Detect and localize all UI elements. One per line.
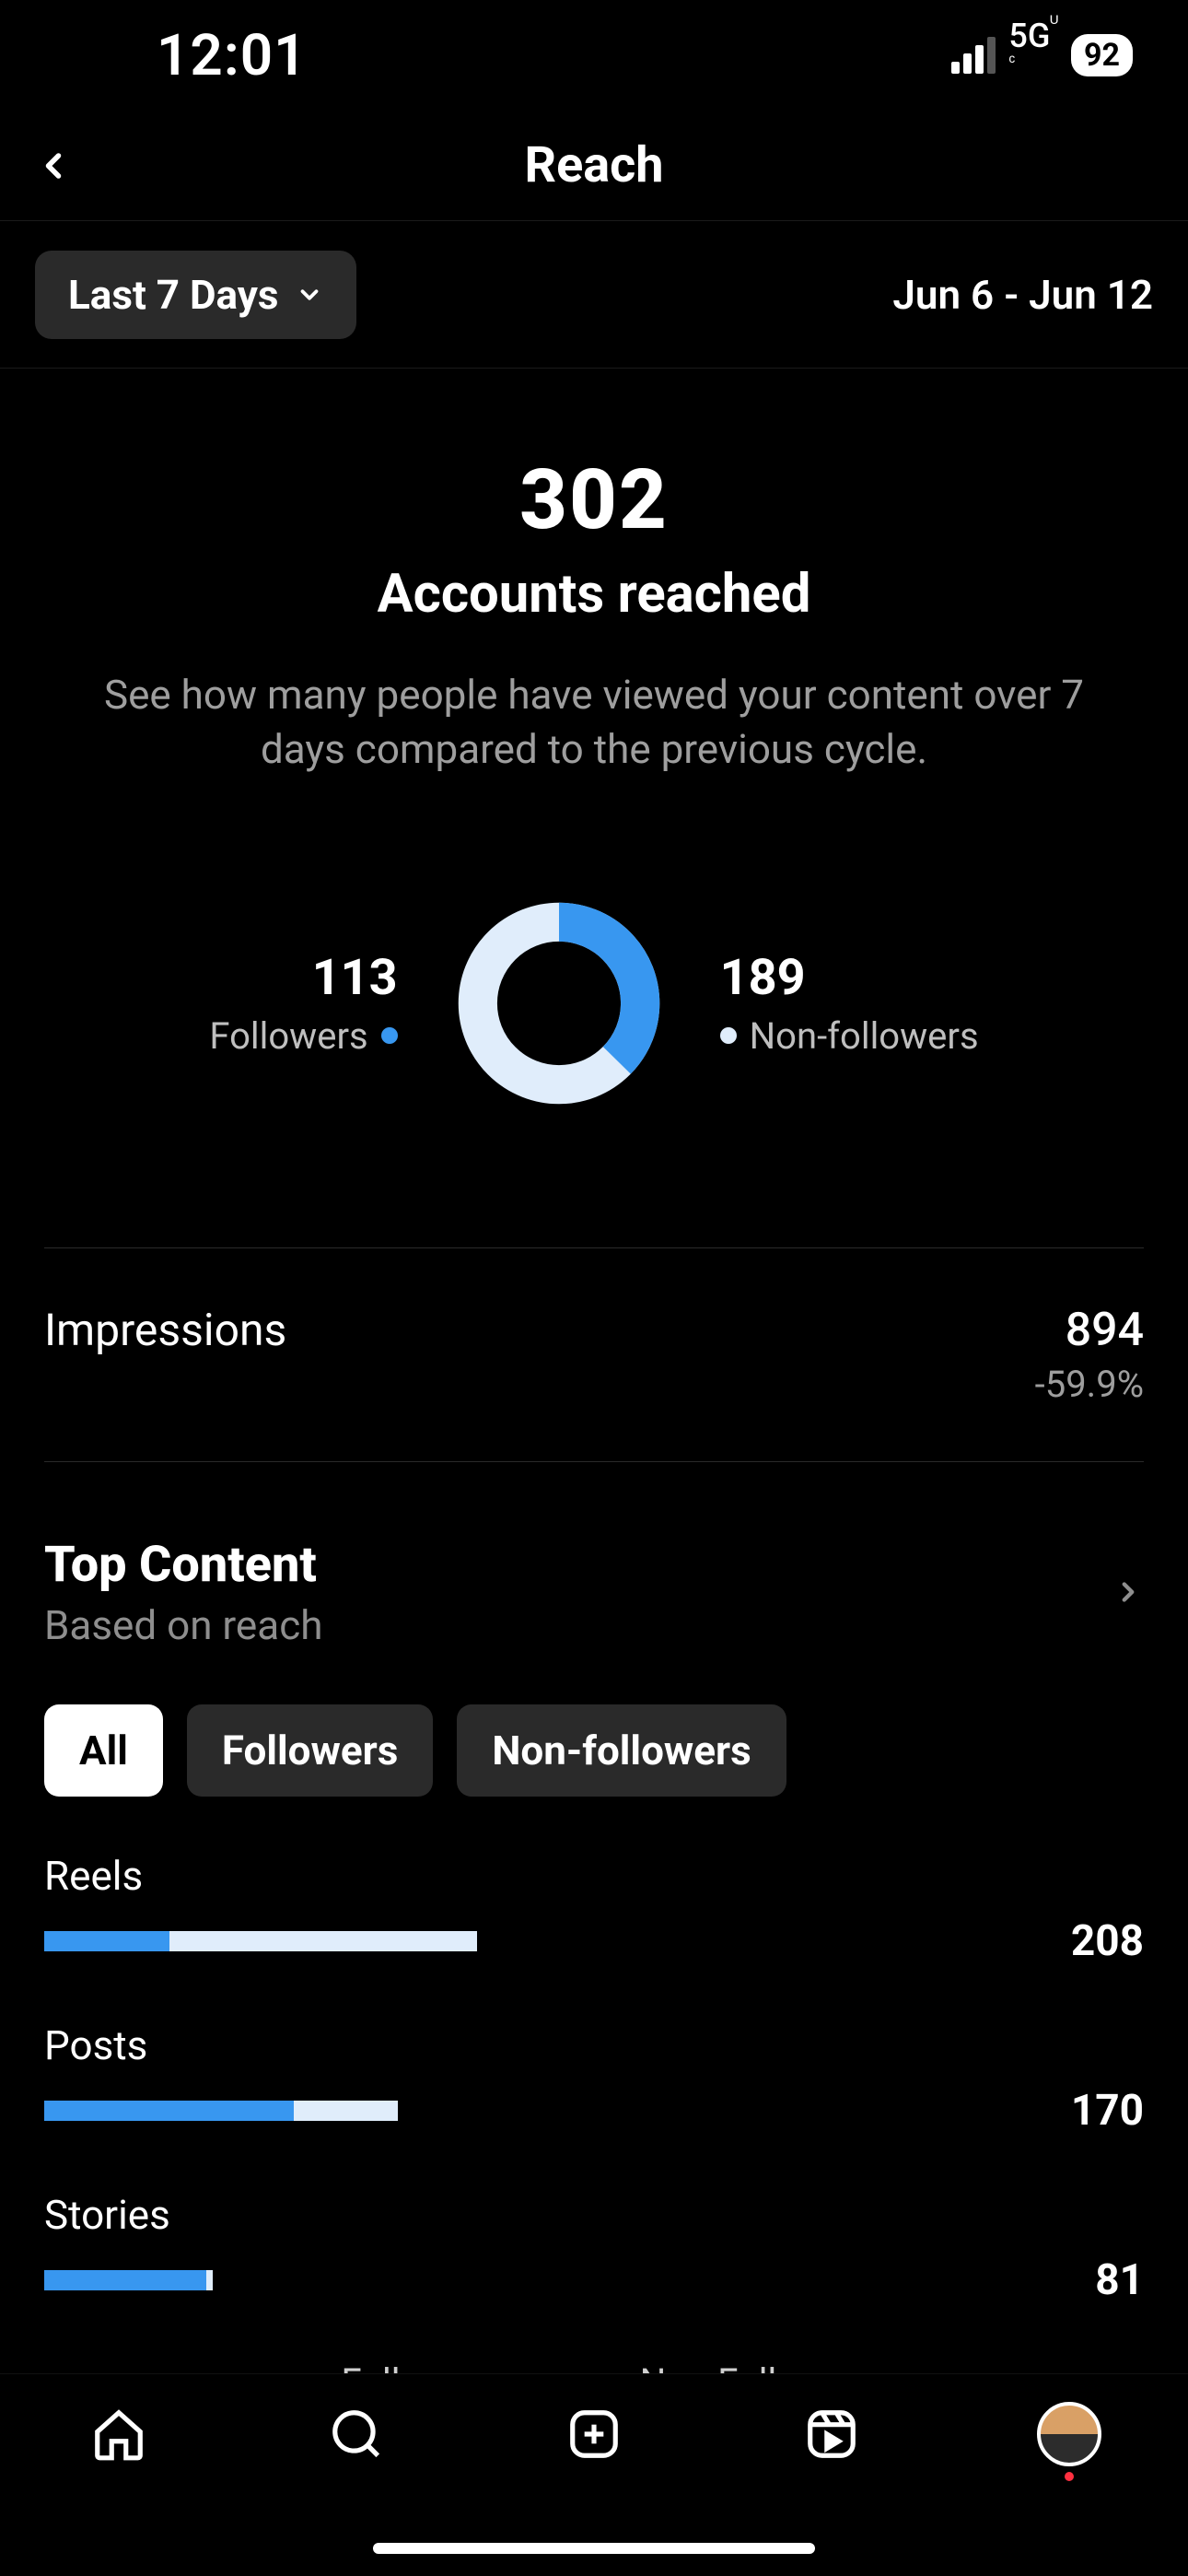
top-content-list: Reels 208 Posts 170 Stories 81 xyxy=(44,1852,1144,2305)
content-bar xyxy=(44,1931,477,1951)
bar-followers xyxy=(44,2270,206,2290)
chevron-right-icon xyxy=(1112,1576,1144,1608)
non-followers-label: Non-followers xyxy=(720,1014,979,1058)
date-range-text: Jun 6 - Jun 12 xyxy=(892,271,1153,319)
impressions-value: 894 xyxy=(1035,1304,1144,1357)
status-right: 5Gᵁᶜ 92 xyxy=(951,17,1133,94)
page-title: Reach xyxy=(524,136,663,194)
bar-followers xyxy=(44,2101,294,2121)
content-value: 81 xyxy=(1095,2255,1144,2305)
tab-followers[interactable]: Followers xyxy=(187,1704,433,1797)
nav-reels[interactable] xyxy=(799,2402,864,2466)
content-item-posts: Posts 170 xyxy=(44,2021,1144,2136)
status-bar: 12:01 5Gᵁᶜ 92 xyxy=(0,0,1188,111)
network-type: 5Gᵁᶜ xyxy=(1008,17,1058,94)
followers-value: 113 xyxy=(312,949,398,1007)
content-label: Stories xyxy=(44,2191,1144,2239)
filter-row: Last 7 Days Jun 6 - Jun 12 xyxy=(0,221,1188,369)
content-value: 208 xyxy=(1071,1916,1144,1966)
content-item-reels: Reels 208 xyxy=(44,1852,1144,1966)
back-button[interactable] xyxy=(33,146,74,186)
impressions-label: Impressions xyxy=(44,1304,286,1356)
top-content-header[interactable]: Top Content Based on reach xyxy=(44,1536,1144,1649)
non-followers-value: 189 xyxy=(720,949,806,1007)
nav-create[interactable] xyxy=(562,2402,626,2466)
content-label: Posts xyxy=(44,2021,1144,2069)
donut-chart-icon xyxy=(453,897,665,1109)
impressions-delta: -59.9% xyxy=(1035,1363,1144,1406)
followers-stat: 113 Followers xyxy=(209,949,397,1058)
nav-profile[interactable] xyxy=(1037,2402,1101,2466)
reach-breakdown-chart: 113 Followers 189 Non-followers xyxy=(0,897,1188,1109)
accounts-reached-description: See how many people have viewed your con… xyxy=(46,668,1142,778)
tab-non-followers[interactable]: Non-followers xyxy=(457,1704,786,1797)
notification-dot-icon xyxy=(1065,2472,1074,2481)
status-time: 12:01 xyxy=(157,22,308,89)
top-content-subtitle: Based on reach xyxy=(44,1601,322,1649)
battery-level: 92 xyxy=(1071,34,1133,76)
home-icon xyxy=(90,2406,147,2463)
non-followers-stat: 189 Non-followers xyxy=(720,949,979,1058)
cellular-signal-icon xyxy=(951,37,996,74)
nav-search[interactable] xyxy=(324,2402,389,2466)
date-range-label: Last 7 Days xyxy=(68,271,279,319)
accounts-reached-count: 302 xyxy=(46,451,1142,548)
bar-non-followers xyxy=(206,2270,213,2290)
search-icon xyxy=(328,2406,385,2463)
chevron-down-icon xyxy=(296,281,323,309)
date-range-selector[interactable]: Last 7 Days xyxy=(35,251,356,339)
non-followers-dot-icon xyxy=(720,1027,737,1044)
bar-non-followers xyxy=(294,2101,398,2121)
bar-non-followers xyxy=(169,1931,477,1951)
accounts-reached-label: Accounts reached xyxy=(46,563,1142,626)
content-bar xyxy=(44,2101,398,2121)
content-filter-tabs: All Followers Non-followers xyxy=(44,1704,1144,1797)
nav-header: Reach xyxy=(0,111,1188,221)
impressions-block: Impressions 894 -59.9% xyxy=(44,1247,1144,1462)
accounts-reached-summary: 302 Accounts reached See how many people… xyxy=(0,369,1188,778)
top-content-title: Top Content xyxy=(44,1536,322,1594)
home-indicator xyxy=(373,2543,815,2554)
chevron-left-icon xyxy=(33,146,74,186)
tab-all[interactable]: All xyxy=(44,1704,163,1797)
reels-icon xyxy=(803,2406,860,2463)
plus-square-icon xyxy=(565,2406,623,2463)
content-bar xyxy=(44,2270,213,2290)
nav-home[interactable] xyxy=(87,2402,151,2466)
bar-followers xyxy=(44,1931,169,1951)
content-item-stories: Stories 81 xyxy=(44,2191,1144,2305)
content-label: Reels xyxy=(44,1852,1144,1900)
followers-dot-icon xyxy=(381,1027,398,1044)
content-value: 170 xyxy=(1071,2086,1144,2136)
followers-label: Followers xyxy=(209,1014,397,1058)
avatar-icon xyxy=(1037,2402,1101,2466)
